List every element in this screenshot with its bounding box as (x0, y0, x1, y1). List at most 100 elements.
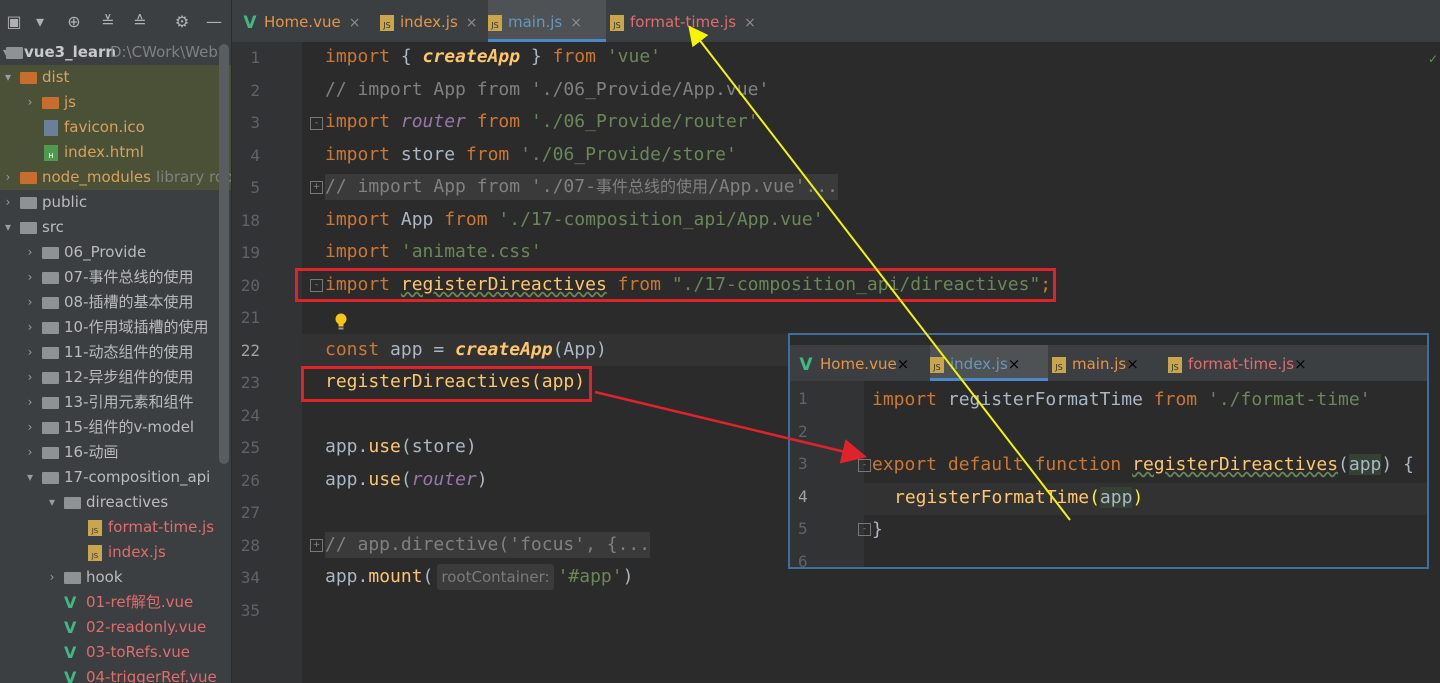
tree-item[interactable]: V 03-toRefs.vue (0, 640, 231, 665)
code-line-34[interactable]: app.mount(rootContainer: '#app') (325, 564, 633, 590)
tree-item[interactable]: ▾ src (0, 215, 231, 240)
expand-all-icon[interactable]: ≚ (98, 12, 118, 32)
tree-item[interactable]: › 07-事件总线的使用 (0, 265, 231, 290)
keyword: export (872, 454, 938, 475)
line-number: 5 (250, 178, 260, 197)
tree-item[interactable]: › node_modules library roo (0, 165, 231, 190)
tab-format-time-js[interactable]: JSformat-time.js× (1168, 345, 1328, 381)
tab-label: format-time.js (1188, 355, 1295, 373)
code-line-5-folded[interactable]: // import App from './07-事件总线的使用/App.vue… (325, 174, 838, 200)
gear-icon[interactable]: ⚙ (172, 12, 192, 32)
close-icon[interactable]: × (1294, 355, 1307, 373)
line-number: 34 (240, 568, 260, 587)
tree-item[interactable]: › 12-异步组件的使用 (0, 365, 231, 390)
close-icon[interactable]: × (1126, 355, 1139, 373)
collapse-all-icon[interactable]: ≙ (130, 12, 150, 32)
line-number: 28 (240, 536, 260, 555)
string: '#app' (557, 566, 623, 587)
tree-item[interactable]: ▾ direactives (0, 490, 231, 515)
code-line-25[interactable]: app.use(store) (325, 434, 477, 460)
chevron-right-icon[interactable]: › (24, 440, 36, 465)
tree-item[interactable]: › 13-引用元素和组件 (0, 390, 231, 415)
close-icon[interactable]: × (466, 15, 478, 31)
code-line-2[interactable]: // import App from './06_Provide/App.vue… (325, 77, 769, 103)
chevron-right-icon[interactable]: › (24, 390, 36, 415)
fold-expand-icon[interactable]: + (310, 181, 323, 194)
code-line-4[interactable]: import store from './06_Provide/store' (325, 142, 737, 168)
popup-code-line-4[interactable]: registerFormatTime(app) (894, 485, 1143, 511)
tree-item[interactable]: JS index.js (0, 540, 231, 565)
chevron-right-icon[interactable]: › (2, 165, 14, 190)
tab-main-js[interactable]: JSmain.js× (488, 0, 606, 42)
tab-main-js[interactable]: JSmain.js× (1052, 345, 1162, 381)
tree-item[interactable]: V 02-readonly.vue (0, 615, 231, 640)
code-line-18[interactable]: import App from './17-composition_api/Ap… (325, 207, 824, 233)
tree-item[interactable]: › 06_Provide (0, 240, 231, 265)
locate-icon[interactable]: ⊕ (64, 12, 84, 32)
tree-item[interactable]: V 01-ref解包.vue (0, 590, 231, 615)
tab-format-time-js[interactable]: JSformat-time.js× (610, 0, 770, 42)
code-line-19[interactable]: import 'animate.css' (325, 239, 542, 265)
chevron-right-icon[interactable]: › (24, 265, 36, 290)
close-icon[interactable]: × (1008, 355, 1021, 373)
tree-item[interactable]: › 16-动画 (0, 440, 231, 465)
close-icon[interactable]: × (570, 15, 582, 31)
fold-icon[interactable]: - (858, 459, 871, 472)
chevron-down-icon[interactable]: ▾ (46, 490, 58, 515)
tree-item[interactable]: › hook (0, 565, 231, 590)
chevron-right-icon[interactable]: › (24, 90, 36, 115)
sidebar-scrollbar[interactable] (219, 44, 229, 464)
lightbulb-icon[interactable] (334, 313, 348, 331)
tree-item[interactable]: favicon.ico (0, 115, 231, 140)
chevron-right-icon[interactable]: › (24, 365, 36, 390)
inspection-ok-icon[interactable]: ✓ (1428, 52, 1438, 66)
line-number: 5 (798, 519, 808, 538)
code-line-28-folded[interactable]: // app.directive('focus', {... (325, 532, 651, 558)
code-line-26[interactable]: app.use(router) (325, 467, 488, 493)
tree-item[interactable]: › public (0, 190, 231, 215)
tree-item[interactable]: JS format-time.js (0, 515, 231, 540)
view-dropdown-icon[interactable]: ▾ (28, 12, 52, 32)
fold-icon[interactable]: - (310, 117, 323, 130)
tab-home-vue[interactable]: VHome.vue× (242, 0, 372, 42)
code-line-3[interactable]: import router from './06_Provide/router' (325, 109, 759, 135)
popup-code-line-1[interactable]: import registerFormatTime from './format… (872, 387, 1371, 413)
chevron-down-icon[interactable]: ▾ (2, 215, 14, 240)
chevron-right-icon[interactable]: › (24, 290, 36, 315)
tree-item[interactable]: › 15-组件的v-model (0, 415, 231, 440)
project-view-icon[interactable]: ▣ (4, 12, 24, 32)
chevron-right-icon[interactable]: › (24, 240, 36, 265)
tab-index-js[interactable]: JSindex.js× (930, 345, 1048, 381)
tree-item[interactable]: › js (0, 90, 231, 115)
hide-icon[interactable]: — (204, 12, 224, 32)
method: mount (368, 566, 423, 587)
popup-code-line-3[interactable]: export default function registerDireacti… (872, 452, 1414, 478)
code-line-1[interactable]: import { createApp } from 'vue' (325, 44, 661, 70)
fold-expand-icon[interactable]: + (310, 539, 323, 552)
tab-label: format-time.js (630, 13, 737, 31)
chevron-right-icon[interactable]: › (24, 340, 36, 365)
tab-index-js[interactable]: JSindex.js× (380, 0, 484, 42)
close-icon[interactable]: × (349, 15, 361, 31)
chevron-right-icon[interactable]: › (24, 415, 36, 440)
tree-item[interactable]: › 11-动态组件的使用 (0, 340, 231, 365)
close-icon[interactable]: × (897, 355, 910, 373)
keyword: import (325, 144, 391, 165)
tree-root[interactable]: ▾ vue3_learn D:\CWork\WebS (0, 40, 231, 65)
chevron-right-icon[interactable]: › (2, 190, 14, 215)
chevron-down-icon[interactable]: ▾ (24, 465, 36, 490)
tree-item[interactable]: V 04-triggerRef.vue (0, 665, 231, 683)
tree-item[interactable]: Hindex.html (0, 140, 231, 165)
tree-item[interactable]: › 10-作用域插槽的使用 (0, 315, 231, 340)
tab-home-vue[interactable]: VHome.vue× (798, 345, 928, 381)
chevron-down-icon[interactable]: ▾ (2, 65, 14, 90)
tree-item[interactable]: ▾ dist (0, 65, 231, 90)
chevron-right-icon[interactable]: › (46, 565, 58, 590)
close-icon[interactable]: × (744, 15, 756, 31)
code-line-22[interactable]: const app = createApp(App) (325, 337, 607, 363)
popup-code-line-5[interactable]: } (872, 517, 883, 543)
tree-item[interactable]: ▾ 17-composition_api (0, 465, 231, 490)
fold-icon[interactable]: - (858, 523, 871, 536)
chevron-right-icon[interactable]: › (24, 315, 36, 340)
tree-item[interactable]: › 08-插槽的基本使用 (0, 290, 231, 315)
